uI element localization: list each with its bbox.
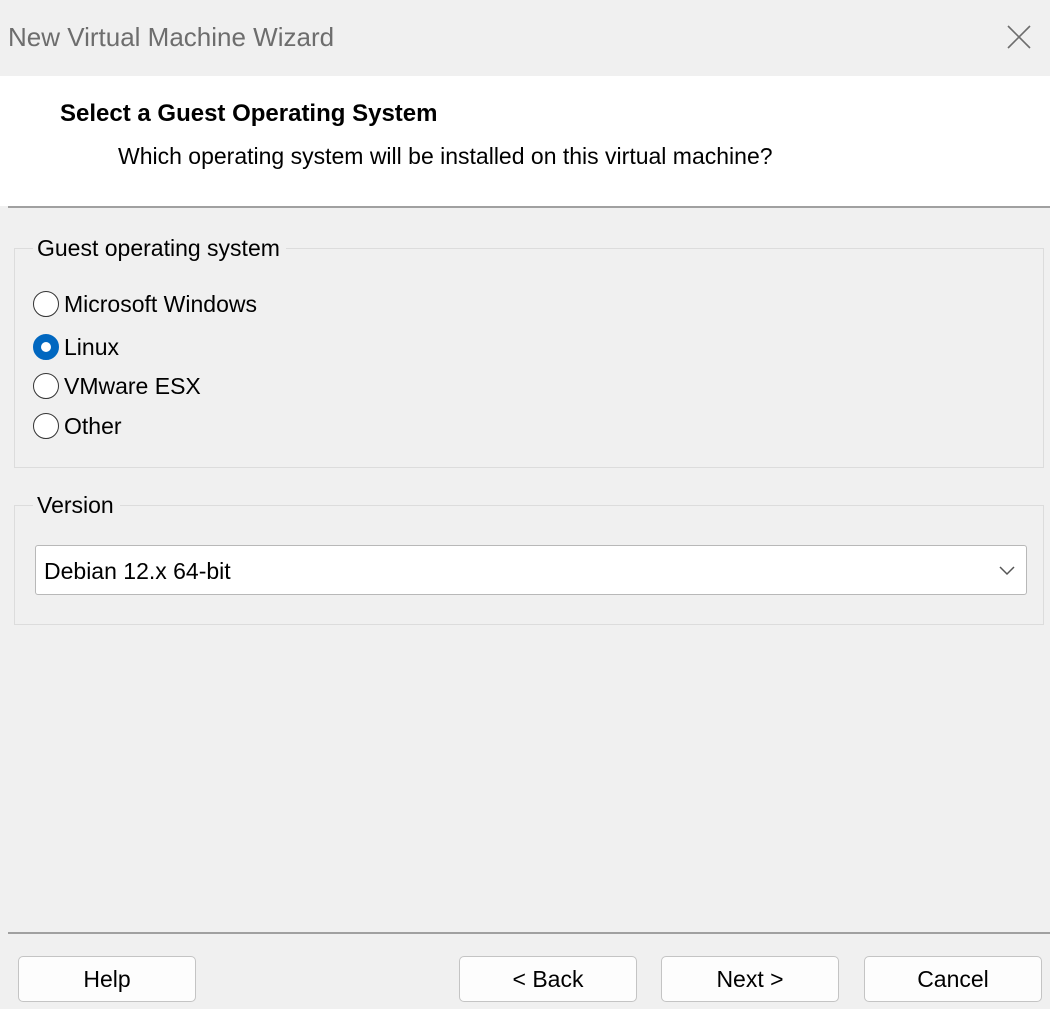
radio-indicator[interactable] bbox=[33, 334, 59, 360]
wizard-header: Select a Guest Operating System Which op… bbox=[0, 76, 1050, 206]
help-button[interactable]: Help bbox=[18, 956, 196, 1002]
radio-indicator[interactable] bbox=[33, 413, 59, 439]
page-title: Select a Guest Operating System bbox=[60, 100, 438, 127]
window-title: New Virtual Machine Wizard bbox=[8, 22, 335, 52]
wizard-window: New Virtual Machine Wizard Select a Gues… bbox=[0, 0, 1050, 1009]
guest-os-legend: Guest operating system bbox=[33, 235, 286, 262]
radio-label: Linux bbox=[64, 333, 119, 360]
version-group: Version Debian 12.x 64-bit bbox=[14, 492, 1044, 625]
title-bar: New Virtual Machine Wizard bbox=[0, 0, 1050, 76]
radio-other[interactable]: Other bbox=[33, 409, 122, 443]
radio-label: Other bbox=[64, 412, 122, 439]
version-legend: Version bbox=[33, 492, 120, 519]
version-selected-value: Debian 12.x 64-bit bbox=[44, 558, 231, 584]
radio-label: Microsoft Windows bbox=[64, 290, 257, 317]
back-button[interactable]: < Back bbox=[459, 956, 637, 1002]
guest-os-group: Guest operating system Microsoft Windows… bbox=[14, 235, 1044, 468]
page-subtitle: Which operating system will be installed… bbox=[118, 143, 773, 169]
radio-vmware-esx[interactable]: VMware ESX bbox=[33, 369, 201, 403]
radio-microsoft-windows[interactable]: Microsoft Windows bbox=[33, 287, 257, 321]
radio-indicator[interactable] bbox=[33, 291, 59, 317]
chevron-down-icon bbox=[999, 566, 1015, 576]
radio-indicator[interactable] bbox=[33, 373, 59, 399]
radio-label: VMware ESX bbox=[64, 372, 201, 399]
cancel-button[interactable]: Cancel bbox=[864, 956, 1042, 1002]
next-button[interactable]: Next > bbox=[661, 956, 839, 1002]
header-divider bbox=[8, 206, 1050, 208]
footer-divider bbox=[8, 932, 1050, 934]
version-select[interactable]: Debian 12.x 64-bit bbox=[35, 545, 1027, 595]
close-icon bbox=[1007, 25, 1031, 49]
radio-linux[interactable]: Linux bbox=[33, 330, 119, 364]
close-button[interactable] bbox=[1002, 20, 1036, 54]
